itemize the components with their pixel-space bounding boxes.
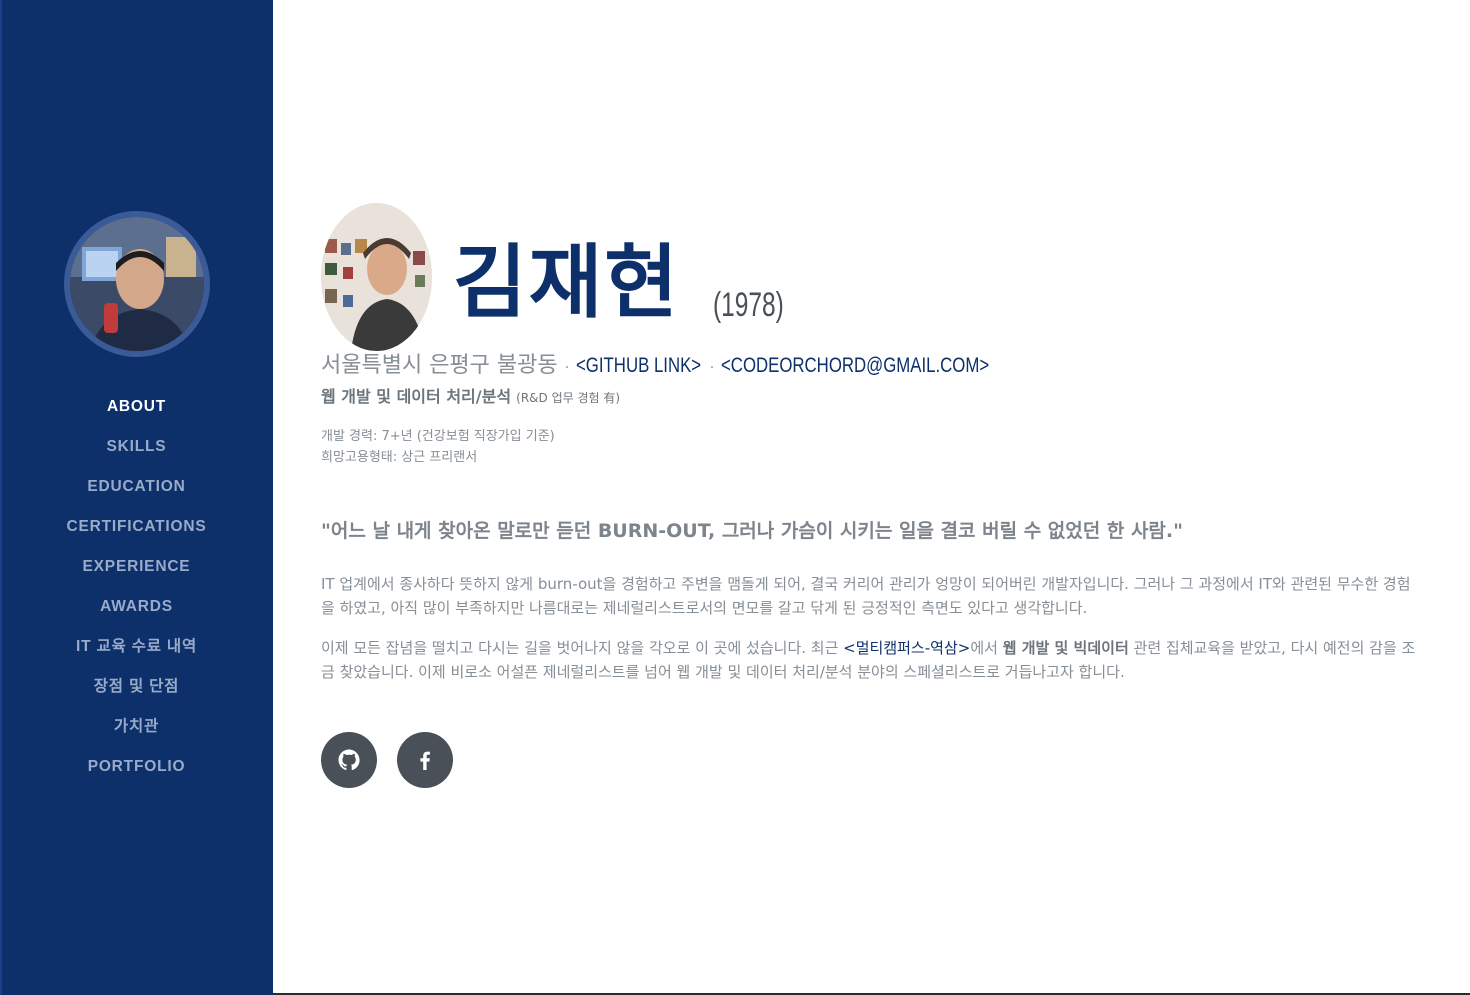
nav-item-education[interactable]: EDUCATION [0, 467, 273, 507]
facebook-button[interactable] [397, 732, 453, 788]
separator-dot: · [564, 360, 570, 376]
sidebar-nav: ABOUT SKILLS EDUCATION CERTIFICATIONS EX… [0, 387, 273, 787]
separator-dot: · [709, 360, 715, 376]
employment-type: 희망고용형태: 상근 프리랜서 [321, 450, 478, 465]
nav-item-it-education[interactable]: IT 교육 수료 내역 [0, 627, 273, 667]
profile-photo [321, 203, 432, 351]
about-section: 김재현 (1978) 서울특별시 은평구 불광동 · <GITHUB LINK>… [321, 0, 1431, 995]
github-link[interactable]: <GITHUB LINK> [576, 350, 701, 382]
nav-item-certifications[interactable]: CERTIFICATIONS [0, 507, 273, 547]
email-link[interactable]: <CODEORCHORD@GMAIL.COM> [721, 350, 989, 382]
sidebar: ABOUT SKILLS EDUCATION CERTIFICATIONS EX… [0, 0, 273, 995]
nav-item-awards[interactable]: AWARDS [0, 587, 273, 627]
nav-item-about[interactable]: ABOUT [0, 387, 273, 427]
intro-paragraph: IT 업계에서 종사하다 뜻하지 않게 burn-out을 경험하고 주변을 맴… [321, 575, 1411, 617]
address: 서울특별시 은평구 불광동 [321, 353, 558, 378]
nav-item-portfolio[interactable]: PORTFOLIO [0, 747, 273, 787]
para2-text: 에서 [970, 639, 1003, 657]
facebook-icon [420, 751, 430, 770]
para2-emphasis: 웹 개발 및 빅데이터 [1002, 639, 1129, 657]
intro-paragraph-2: 이제 모든 잡념을 떨치고 다시는 길을 벗어나지 않을 각오로 이 곳에 섰습… [321, 636, 1421, 684]
github-icon [338, 749, 360, 771]
motto-quote: "어느 날 내게 찾아온 말로만 듣던 BURN-OUT, 그러나 가슴이 시키… [321, 520, 1184, 542]
nav-item-experience[interactable]: EXPERIENCE [0, 547, 273, 587]
social-links [321, 732, 453, 788]
job-note: (R&D 업무 경험 有) [516, 391, 621, 405]
para2-text: 이제 모든 잡념을 떨치고 다시는 길을 벗어나지 않을 각오로 이 곳에 섰습… [321, 639, 844, 657]
page-title: 김재현 [453, 236, 680, 329]
multicampus-link[interactable]: <멀티캠퍼스-역삼> [843, 639, 970, 657]
nav-item-values[interactable]: 가치관 [0, 707, 273, 747]
career-years: 개발 경력: 7+년 (건강보험 직장가입 기준) [321, 429, 555, 444]
nav-item-skills[interactable]: SKILLS [0, 427, 273, 467]
job-title: 웹 개발 및 데이터 처리/분석 [321, 387, 512, 406]
sidebar-avatar [64, 211, 210, 357]
contact-line: 서울특별시 은평구 불광동 · <GITHUB LINK> · <CODEORC… [321, 350, 1007, 384]
nav-item-strengths-weaknesses[interactable]: 장점 및 단점 [0, 667, 273, 707]
github-button[interactable] [321, 732, 377, 788]
birth-year: (1978) [713, 286, 784, 324]
job-line: 웹 개발 및 데이터 처리/분석 (R&D 업무 경험 有) [321, 384, 620, 411]
window-edge [0, 0, 2, 995]
resume-page: ABOUT SKILLS EDUCATION CERTIFICATIONS EX… [0, 0, 1470, 995]
